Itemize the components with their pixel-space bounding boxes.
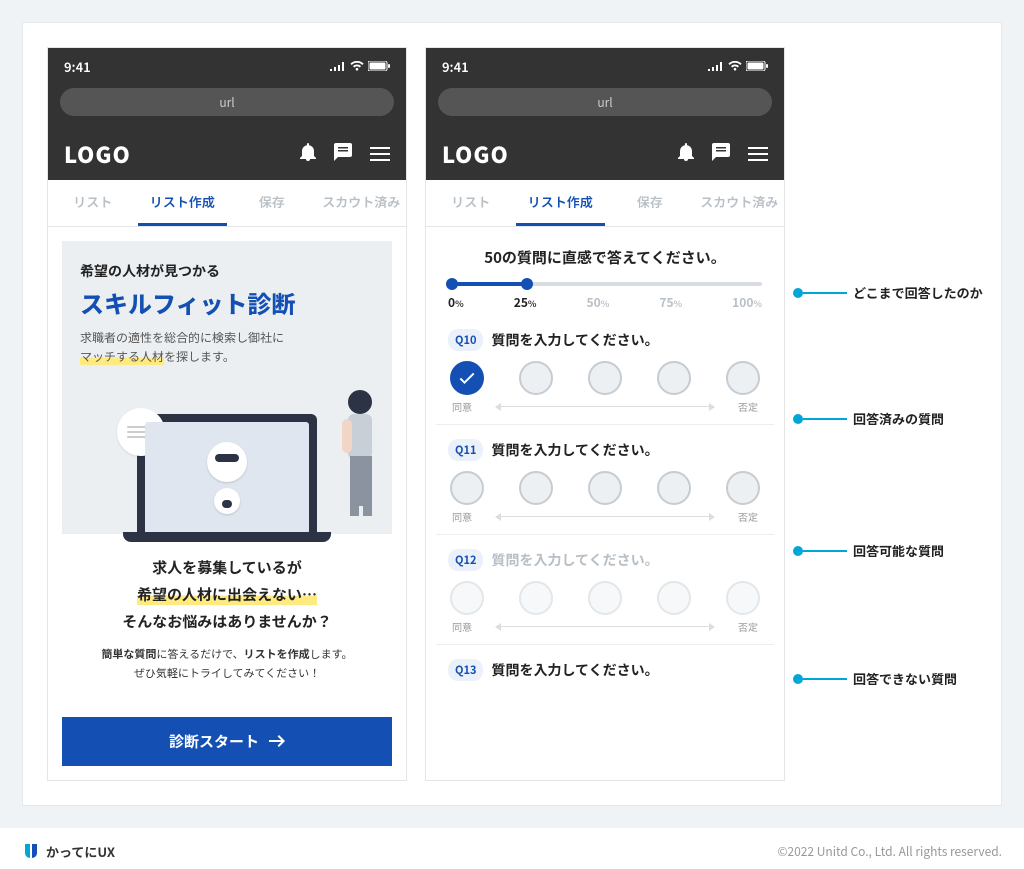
tabs: リスト リスト作成 保存 スカウト済み (426, 180, 784, 227)
q-num: Q11 (448, 439, 483, 461)
annotation-disabled: 回答できない質問 (793, 669, 957, 688)
q-num: Q13 (448, 659, 483, 681)
url-input[interactable]: url (438, 88, 772, 116)
option-4[interactable] (657, 361, 691, 395)
arrow-right-icon (269, 735, 285, 747)
q-num: Q10 (448, 329, 483, 351)
status-icons (330, 61, 390, 71)
option-1 (450, 581, 484, 615)
progress-100: 100% (732, 294, 762, 311)
message-icon[interactable] (334, 142, 352, 166)
q-text: 質問を入力してください。 (491, 440, 658, 460)
browser-url-bar: url (48, 84, 406, 128)
label-agree: 同意 (452, 509, 472, 524)
q-text: 質問を入力してください。 (491, 550, 658, 570)
option-3[interactable] (588, 471, 622, 505)
browser-url-bar: url (426, 84, 784, 128)
option-1[interactable] (450, 471, 484, 505)
q-text: 質問を入力してください。 (491, 660, 658, 680)
option-5 (726, 581, 760, 615)
option-3[interactable] (588, 361, 622, 395)
laptop-icon (137, 414, 317, 534)
wifi-icon (350, 61, 364, 71)
progress-50: 50% (587, 294, 610, 311)
tab-save[interactable]: 保存 (605, 180, 695, 226)
message-icon[interactable] (712, 142, 730, 166)
annotation-progress: どこまで回答したのか (793, 283, 983, 302)
status-bar: 9:41 (426, 48, 784, 84)
signal-icon (708, 61, 724, 71)
label-deny: 否定 (738, 509, 758, 524)
hero-card: 希望の人材が見つかる スキルフィット診断 求職者の適性を総合的に検索し御社に マ… (62, 241, 392, 534)
option-5[interactable] (726, 471, 760, 505)
label-agree: 同意 (452, 399, 472, 414)
annotations: どこまで回答したのか 回答済みの質問 回答可能な質問 回答できない質問 (803, 47, 977, 781)
progress-0: 0% (448, 294, 464, 311)
robot-icon (214, 488, 240, 514)
progress-bar: 0% 25% 50% 75% 100% (436, 282, 774, 315)
hero-title: スキルフィット診断 (80, 285, 374, 320)
instruction-text: 50の質問に直感で答えてください。 (436, 241, 774, 282)
logo: LOGO (64, 138, 131, 170)
hero-subtitle: 希望の人材が見つかる (80, 261, 374, 281)
option-2[interactable] (519, 361, 553, 395)
signal-icon (330, 61, 346, 71)
tab-scout[interactable]: スカウト済み (317, 180, 407, 226)
url-input[interactable]: url (60, 88, 394, 116)
hero-illustration (80, 374, 374, 534)
app-header: LOGO (426, 128, 784, 180)
wifi-icon (728, 61, 742, 71)
hamburger-icon[interactable] (748, 142, 768, 166)
label-deny: 否定 (738, 399, 758, 414)
option-5[interactable] (726, 361, 760, 395)
person-illustration (330, 384, 382, 534)
robot-icon (207, 442, 247, 482)
phone-mock-2: 9:41 url LOGO リスト リスト作成 保存 スカウト済み 50の質問に… (425, 47, 785, 781)
phone-mock-1: 9:41 url LOGO リスト リスト作成 保存 スカウト済み 希望の人材が… (47, 47, 407, 781)
question-q10: Q10 質問を入力してください。 同意 否定 (436, 315, 774, 424)
battery-icon (368, 61, 390, 71)
question-q11: Q11 質問を入力してください。 同意 否定 (436, 424, 774, 534)
tab-list-create[interactable]: リスト作成 (138, 180, 228, 226)
tab-scout[interactable]: スカウト済み (695, 180, 785, 226)
app-header: LOGO (48, 128, 406, 180)
question-q12: Q12 質問を入力してください。 同意 否定 (436, 534, 774, 644)
status-time: 9:41 (442, 57, 469, 76)
annotation-answered: 回答済みの質問 (793, 409, 944, 428)
tab-list[interactable]: リスト (426, 180, 516, 226)
status-time: 9:41 (64, 57, 91, 76)
annotation-active: 回答可能な質問 (793, 541, 944, 560)
progress-25: 25% (514, 294, 537, 311)
logo: LOGO (442, 138, 509, 170)
option-4 (657, 581, 691, 615)
option-2 (519, 581, 553, 615)
q-text: 質問を入力してください。 (491, 330, 658, 350)
progress-75: 75% (659, 294, 682, 311)
status-icons (708, 61, 768, 71)
question-q13: Q13 質問を入力してください。 (436, 644, 774, 701)
hero-description: 求職者の適性を総合的に検索し御社に マッチする人材を探します。 (80, 328, 374, 366)
bell-icon[interactable] (678, 142, 694, 166)
status-bar: 9:41 (48, 48, 406, 84)
promo-block: 求人を募集しているが 希望の人材に出会えない… そんなお悩みはありませんか？ 簡… (62, 534, 392, 702)
label-agree: 同意 (452, 619, 472, 634)
label-deny: 否定 (738, 619, 758, 634)
q-num: Q12 (448, 549, 483, 571)
option-4[interactable] (657, 471, 691, 505)
tab-save[interactable]: 保存 (227, 180, 317, 226)
check-icon (459, 372, 475, 384)
tab-list-create[interactable]: リスト作成 (516, 180, 606, 226)
tabs: リスト リスト作成 保存 スカウト済み (48, 180, 406, 227)
option-1[interactable] (450, 361, 484, 395)
copyright: ©2022 Unitd Co., Ltd. All rights reserve… (777, 843, 1002, 860)
option-2[interactable] (519, 471, 553, 505)
start-diagnosis-button[interactable]: 診断スタート (62, 717, 392, 766)
bell-icon[interactable] (300, 142, 316, 166)
footer: かってにUX ©2022 Unitd Co., Ltd. All rights … (0, 828, 1024, 869)
hamburger-icon[interactable] (370, 142, 390, 166)
tab-list[interactable]: リスト (48, 180, 138, 226)
battery-icon (746, 61, 768, 71)
option-3 (588, 581, 622, 615)
